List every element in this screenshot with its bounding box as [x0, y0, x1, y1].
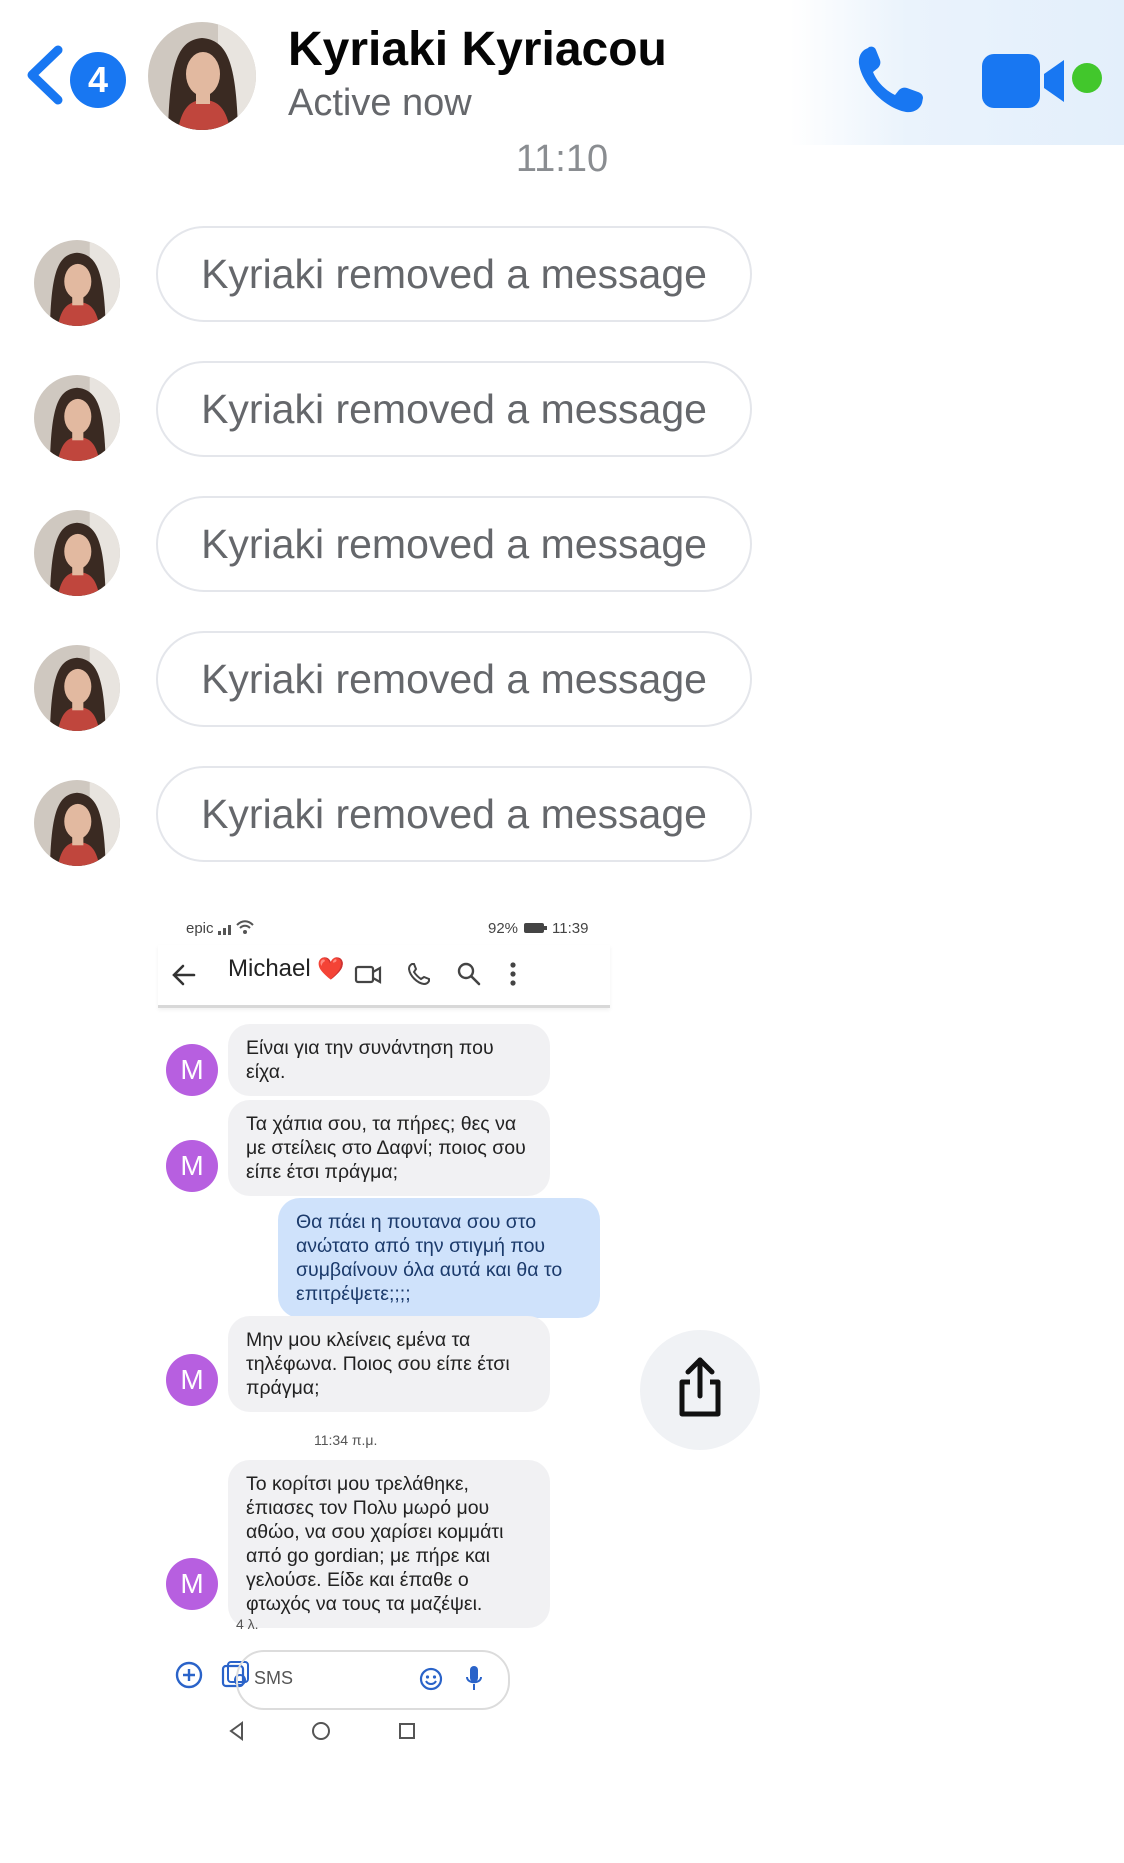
sms-incoming-message: Είναι για την συνάντηση που είχα. [228, 1024, 550, 1096]
sms-incoming-message: Τα χάπια σου, τα πήρες; θες να με στείλε… [228, 1100, 550, 1196]
removed-message-row: Kyriaki removed a message [0, 361, 800, 461]
video-camera-icon [982, 54, 1064, 108]
sms-contact-name: Michael ❤️ [228, 955, 345, 983]
removed-message-row: Kyriaki removed a message [0, 631, 800, 731]
removed-message-bubble[interactable]: Kyriaki removed a message [156, 361, 752, 457]
profile-photo [148, 22, 256, 130]
wifi-icon [236, 920, 254, 934]
status-carrier: epic [186, 920, 214, 937]
sender-avatar: M [166, 1558, 218, 1610]
message-age: 4 λ. [236, 1616, 259, 1632]
sms-timestamp-divider: 11:34 π.μ. [314, 1432, 378, 1448]
active-status: Active now [288, 82, 472, 124]
sms-input-field[interactable]: SMS [236, 1650, 510, 1710]
microphone-icon[interactable] [464, 1664, 484, 1694]
sender-avatar: M [166, 1140, 218, 1192]
sms-incoming-message: Μην μου κλείνεις εμένα τα τηλέφωνα. Ποιο… [228, 1316, 550, 1412]
online-indicator [1072, 63, 1102, 93]
profile-photo [34, 510, 120, 596]
sms-incoming-message: Το κορίτσι μου τρελάθηκε, έπιασες τον Πο… [228, 1460, 550, 1628]
video-call-button[interactable] [978, 48, 1068, 114]
add-circle-icon[interactable] [174, 1660, 204, 1690]
more-options-icon[interactable] [508, 961, 518, 987]
chevron-left-icon [27, 45, 63, 105]
unread-count-badge: 4 [70, 52, 126, 108]
removed-message-bubble[interactable]: Kyriaki removed a message [156, 226, 752, 322]
emoji-icon[interactable] [418, 1666, 444, 1692]
share-icon [679, 1357, 721, 1417]
sms-app-header: Michael ❤️ [158, 945, 610, 1008]
video-icon[interactable] [354, 963, 382, 987]
status-battery: 92% [488, 920, 519, 937]
phone-icon [858, 46, 923, 113]
share-button[interactable] [640, 1330, 760, 1450]
arrow-left-icon[interactable] [170, 961, 198, 989]
contact-name: Kyriaki Kyriacou [288, 23, 667, 76]
contact-avatar[interactable] [148, 22, 256, 130]
profile-photo [34, 780, 120, 866]
call-button[interactable] [850, 40, 930, 120]
status-time: 11:39 [552, 920, 589, 937]
heart-icon: ❤️ [317, 956, 345, 981]
sender-avatar[interactable] [34, 780, 120, 866]
sender-avatar: M [166, 1044, 218, 1096]
timestamp-text: 11:10 [515, 138, 609, 180]
back-button[interactable]: 4 [22, 40, 126, 110]
removed-message-bubble[interactable]: Kyriaki removed a message [156, 766, 752, 862]
nav-home-icon[interactable] [310, 1720, 332, 1742]
removed-message-bubble[interactable]: Kyriaki removed a message [156, 496, 752, 592]
removed-message-row: Kyriaki removed a message [0, 766, 800, 866]
sender-avatar[interactable] [34, 240, 120, 326]
removed-message-bubble[interactable]: Kyriaki removed a message [156, 631, 752, 727]
profile-photo [34, 240, 120, 326]
sms-input-placeholder: SMS [254, 1668, 294, 1688]
search-icon[interactable] [456, 961, 482, 987]
attached-screenshot-image[interactable]: epic 92% 11:39 Michael ❤️ Είναι για την [150, 890, 620, 1862]
message-timestamp: 11:10 [0, 138, 1124, 181]
battery-icon [524, 923, 547, 933]
sender-avatar[interactable] [34, 510, 120, 596]
sms-outgoing-message: Θα πάει η πουτανα σου στο ανώτατο από τη… [278, 1198, 600, 1318]
nav-recents-icon[interactable] [396, 1720, 418, 1742]
sender-avatar[interactable] [34, 645, 120, 731]
sender-avatar: M [166, 1354, 218, 1406]
sms-contact-name-text: Michael [228, 955, 311, 982]
phone-icon[interactable] [406, 961, 432, 987]
profile-photo [34, 645, 120, 731]
removed-message-row: Kyriaki removed a message [0, 226, 800, 326]
sender-avatar[interactable] [34, 375, 120, 461]
removed-message-row: Kyriaki removed a message [0, 496, 800, 596]
nav-back-icon[interactable] [226, 1720, 248, 1742]
profile-photo [34, 375, 120, 461]
